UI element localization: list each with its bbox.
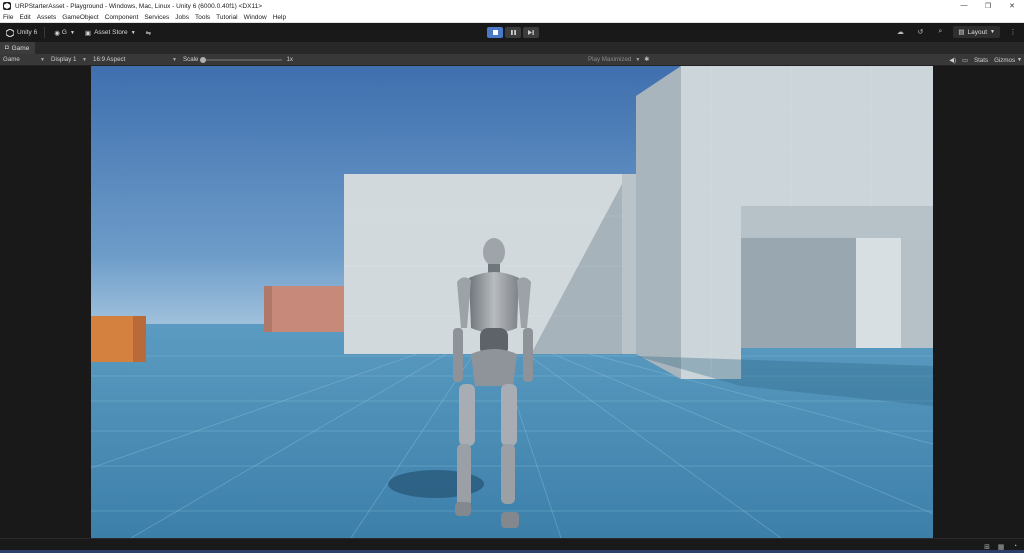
menu-window[interactable]: Window [244,14,267,21]
minimize-icon[interactable]: — [952,2,976,10]
aspect-label: 16:9 Aspect [93,56,126,63]
bug-icon[interactable]: ✱ [644,56,649,63]
asset-store-label: Asset Store [94,29,128,36]
menu-jobs[interactable]: Jobs [175,14,189,21]
right-building-overhang [741,206,933,238]
scale-value: 1x [286,56,294,63]
window-titlebar: URPStarterAsset - Playground - Windows, … [0,0,1024,12]
display-label: Display 1 [51,56,77,63]
menu-bar: File Edit Assets GameObject Component Se… [0,12,1024,23]
unity-account-button[interactable]: Unity 6 [2,26,41,39]
menu-component[interactable]: Component [105,14,139,21]
close-icon[interactable]: ✕ [1000,2,1024,10]
menu-edit[interactable]: Edit [19,14,30,21]
game-mode-label: Game [3,56,20,63]
more-options-icon[interactable]: ⋮ [1006,25,1020,39]
tab-game[interactable]: ◘ Game [0,42,36,54]
cloud-icon[interactable]: ☁ [893,25,907,39]
layout-label: Layout [967,28,988,36]
scale-label: Scale [183,56,199,63]
pink-box [264,286,344,332]
version-control-button[interactable]: ⇋ [142,26,155,39]
menu-gameobject[interactable]: GameObject [62,14,99,21]
pause-button[interactable] [505,27,521,38]
gizmos-button[interactable]: Gizmos [994,57,1015,64]
chevron-down-icon: ▼ [635,56,641,63]
scale-slider[interactable] [200,56,283,63]
toolbar-right: ☁ ↺ ⌕ ▤ Layout ▼ ⋮ [887,25,1020,39]
audio-icon[interactable]: ◀) [949,57,956,64]
scale-control: Scale 1x [180,55,296,65]
stop-icon [492,30,498,35]
account-dropdown[interactable]: ◉ G ▼ [50,26,79,39]
maximize-icon[interactable]: ❐ [976,2,1000,10]
unity-label: Unity 6 [17,29,38,36]
display-icon[interactable]: ▭ [962,57,968,64]
play-controls [487,27,541,38]
shopping-bag-icon: ▣ [84,29,92,37]
menu-tools[interactable]: Tools [195,14,210,21]
display-dropdown[interactable]: Display 1 ▼ [48,55,90,65]
unity-app-icon [3,2,11,10]
chevron-down-icon: ▼ [40,56,45,63]
game-view-right-controls: ◀) ▭ Stats Gizmos ▼ [943,54,1022,66]
toolbar-divider [44,27,46,38]
game-view-toolbar: Game ▼ Display 1 ▼ 16:9 Aspect ▼ Scale 1… [0,54,1024,66]
play-mode-dropdown[interactable]: Play Maximized ▼ ✱ [585,55,652,65]
tab-game-label: Game [11,44,30,52]
asset-store-dropdown[interactable]: ▣ Asset Store ▼ [81,26,140,39]
step-icon [528,30,534,35]
window-title: URPStarterAsset - Playground - Windows, … [15,2,262,10]
game-viewport[interactable] [91,66,933,538]
play-mode-label: Play Maximized [588,56,632,63]
version-control-icon: ⇋ [145,29,152,37]
stats-button[interactable]: Stats [974,57,988,64]
history-icon[interactable]: ↺ [913,25,927,39]
menu-services[interactable]: Services [144,14,169,21]
chevron-down-icon: ▼ [990,29,995,35]
window-controls: — ❐ ✕ [952,2,1024,10]
layout-icon: ▤ [958,29,965,36]
chevron-down-icon: ▼ [69,29,75,36]
right-building-side [636,66,681,379]
chevron-down-icon: ▼ [130,29,136,36]
game-mode-dropdown[interactable]: Game ▼ [0,55,48,65]
step-button[interactable] [523,27,539,38]
scale-slider-handle[interactable] [200,56,207,63]
chevron-down-icon: ▼ [82,56,87,63]
menu-file[interactable]: File [3,14,13,21]
building-pillar [856,238,901,348]
aspect-dropdown[interactable]: 16:9 Aspect ▼ [90,55,180,65]
layout-dropdown[interactable]: ▤ Layout ▼ [953,26,1000,38]
menu-assets[interactable]: Assets [37,14,57,21]
unity-logo-icon [6,28,14,37]
game-scene-render [91,66,933,538]
chevron-down-icon[interactable]: ▼ [1017,57,1022,63]
chevron-down-icon: ▼ [172,56,177,63]
account-label: G [61,29,67,36]
search-icon[interactable]: ⌕ [933,25,947,39]
gamepad-icon: ◘ [5,45,9,51]
account-icon: ◉ [54,29,60,37]
pause-icon [510,30,516,35]
menu-tutorial[interactable]: Tutorial [216,14,237,21]
menu-help[interactable]: Help [273,14,286,21]
play-button[interactable] [487,27,503,38]
panel-tab-bar: ◘ Game [0,42,1024,54]
